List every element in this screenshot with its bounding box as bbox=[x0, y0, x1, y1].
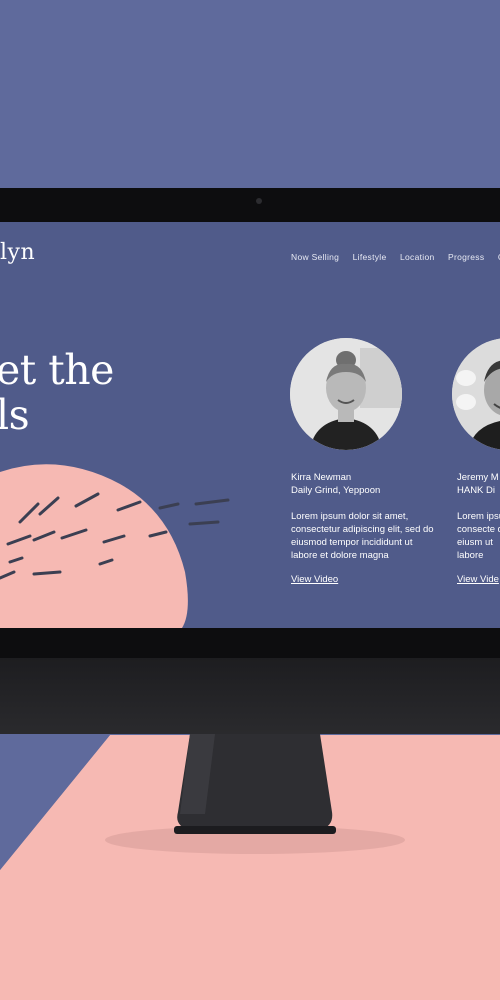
monitor-chin bbox=[0, 658, 500, 734]
nav-item-lifestyle[interactable]: Lifestyle bbox=[353, 252, 387, 262]
person-business: Daily Grind, Yeppoon bbox=[291, 485, 381, 496]
person-description: Lorem ipsu consecte do eiusm ut labore bbox=[457, 511, 500, 561]
monitor-stand bbox=[174, 734, 336, 834]
view-video-link[interactable]: View Vide bbox=[457, 574, 499, 585]
site-logo[interactable]: lyn bbox=[0, 240, 35, 265]
nav-item-now-selling[interactable]: Now Selling bbox=[291, 252, 339, 262]
avatar-photo bbox=[290, 338, 402, 450]
main-navigation: Now Selling Lifestyle Location Progress … bbox=[291, 247, 500, 265]
portrait-woman-image bbox=[290, 338, 402, 450]
page-headline: et the ls bbox=[0, 348, 114, 438]
headline-line-1: et the bbox=[0, 346, 114, 394]
nav-item-progress[interactable]: Progress bbox=[448, 252, 484, 262]
website-screen: lyn Now Selling Lifestyle Location Progr… bbox=[0, 222, 500, 628]
person-business: HANK Di bbox=[457, 485, 496, 496]
headline-line-2: ls bbox=[0, 391, 30, 439]
person-name: Kirra Newman bbox=[291, 472, 352, 483]
person-description: Lorem ipsum dolor sit amet, consectetur … bbox=[291, 511, 434, 561]
nav-item-location[interactable]: Location bbox=[400, 252, 435, 262]
view-video-link[interactable]: View Video bbox=[291, 574, 338, 585]
webcam-icon bbox=[256, 198, 262, 204]
person-name: Jeremy M bbox=[457, 472, 499, 483]
